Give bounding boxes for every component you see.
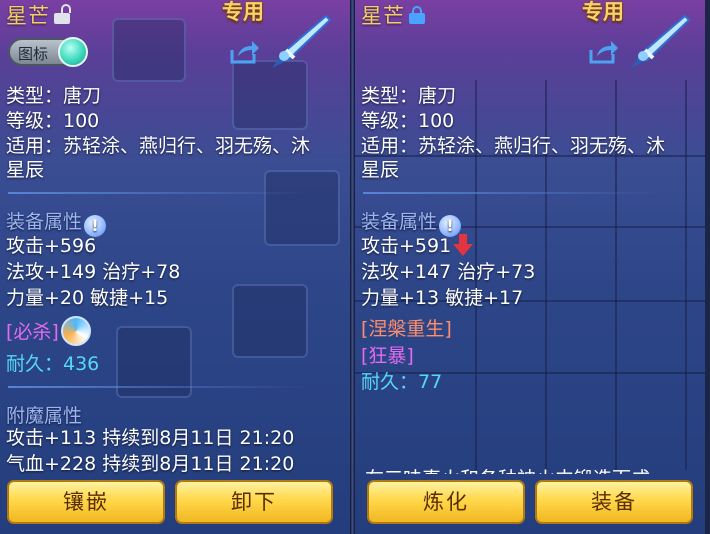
item-title: 星芒: [361, 0, 425, 30]
divider: [363, 192, 663, 194]
icon-toggle[interactable]: 图标: [8, 37, 88, 67]
exclusive-label: 专用: [582, 0, 624, 24]
share-icon[interactable]: [228, 38, 260, 66]
exclusive-label: 专用: [222, 0, 264, 24]
unlock-icon[interactable]: [54, 4, 71, 24]
attr-str-agi: 力量+20 敏捷+15: [6, 287, 169, 309]
skill-critical[interactable]: [必杀]: [6, 316, 91, 346]
item-applicable: 适用：苏轻涂、燕归行、羽无殇、沐: [361, 135, 666, 157]
enchant-section-title: 附魔属性: [6, 405, 83, 427]
divider: [8, 192, 308, 194]
item-title: 星芒: [6, 0, 71, 30]
divider: [8, 386, 308, 388]
item-level: 等级：100: [361, 110, 455, 132]
item-name: 星芒: [361, 4, 405, 28]
share-icon[interactable]: [587, 38, 619, 66]
item-type: 类型：唐刀: [6, 85, 102, 107]
attr-title-text: 装备属性: [361, 211, 438, 233]
attr-attack: 攻击+596: [6, 235, 97, 257]
item-name: 星芒: [6, 4, 50, 28]
down-arrow-icon: [453, 234, 474, 256]
skill-swirl-icon: [60, 316, 91, 346]
unequip-button[interactable]: 卸下: [175, 480, 333, 524]
weapon-icon: [272, 14, 332, 68]
bg-grid: [685, 80, 687, 470]
durability: 耐久：77: [361, 371, 443, 393]
bg-item-slot: [232, 284, 308, 358]
refine-button[interactable]: 炼化: [367, 480, 525, 524]
attr-section-title: 装备属性!: [6, 207, 107, 237]
equip-button[interactable]: 装备: [535, 480, 693, 524]
attr-magic-heal: 法攻+149 治疗+78: [6, 261, 181, 283]
skill-nirvana[interactable]: [涅槃重生]: [361, 314, 452, 341]
attr-title-text: 装备属性: [6, 211, 83, 233]
skill-critical-label: [必杀]: [6, 321, 59, 343]
bg-item-slot: [264, 170, 340, 246]
item-type: 类型：唐刀: [361, 85, 457, 107]
weapon-icon: [631, 14, 691, 68]
attr-attack-value: 攻击+591: [361, 235, 452, 257]
item-applicable: 适用：苏轻涂、燕归行、羽无殇、沐: [6, 135, 311, 157]
icon-toggle-label: 图标: [18, 45, 49, 63]
attr-section-title: 装备属性!: [361, 207, 462, 237]
attr-magic-heal: 法攻+147 治疗+73: [361, 261, 536, 283]
item-tooltip-right: 星芒 专用 类型：唐刀 等级：100 适用：苏轻涂、燕归行、羽无殇、沐 星辰 装…: [355, 0, 705, 534]
item-applicable-cont: 星辰: [361, 159, 400, 181]
item-tooltip-left: 星芒 专用 图标 类型：唐刀 等级：100 适用：苏轻涂、燕归行、羽无殇、沐 星…: [0, 0, 350, 534]
enchant-attack: 攻击+113 持续到8月11日 21:20: [6, 427, 295, 449]
attr-str-agi: 力量+13 敏捷+17: [361, 287, 524, 309]
attr-attack: 攻击+591: [361, 234, 474, 259]
skill-berserk[interactable]: [狂暴]: [361, 341, 414, 368]
item-applicable-cont: 星辰: [6, 159, 45, 181]
bg-item-slot: [112, 18, 186, 82]
lock-icon[interactable]: [409, 6, 425, 24]
item-level: 等级：100: [6, 110, 100, 132]
inlay-button[interactable]: 镶嵌: [7, 480, 165, 524]
durability: 耐久：436: [6, 353, 100, 375]
toggle-knob: [58, 37, 88, 67]
item-description: 在三味真火和各种神火中锻造而成: [365, 464, 650, 474]
enchant-hp: 气血+228 持续到8月11日 21:20: [6, 453, 295, 475]
